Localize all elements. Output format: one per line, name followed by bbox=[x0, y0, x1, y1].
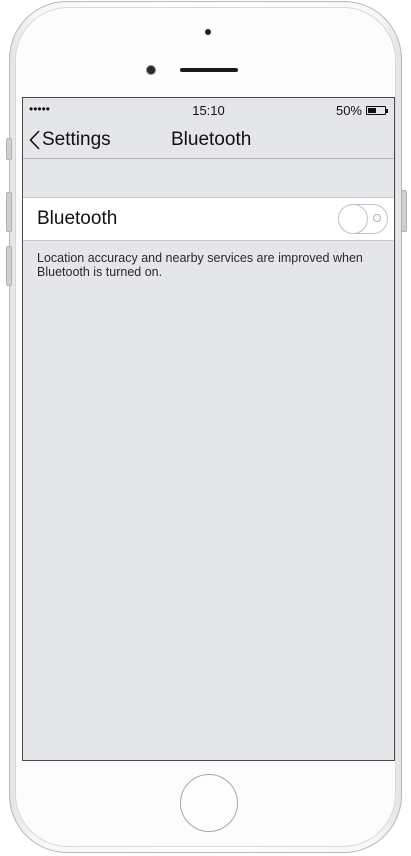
home-button[interactable] bbox=[180, 774, 238, 832]
front-camera bbox=[147, 66, 155, 74]
power-button bbox=[401, 190, 407, 232]
status-bar: ••••• 15:10 50% bbox=[23, 98, 394, 122]
battery-indicator: 50% bbox=[336, 103, 388, 118]
mute-switch bbox=[6, 138, 12, 160]
battery-percent: 50% bbox=[335, 103, 362, 118]
back-button-label: Settings bbox=[42, 129, 111, 150]
bluetooth-footer-description: Location accuracy and nearby services ar… bbox=[37, 251, 363, 279]
bluetooth-toggle[interactable] bbox=[338, 204, 388, 234]
toggle-knob bbox=[338, 204, 368, 234]
navigation-bar: Settings Bluetooth bbox=[23, 122, 394, 159]
battery-fill bbox=[368, 108, 376, 113]
battery-tip bbox=[386, 108, 388, 113]
bluetooth-cell-label: Bluetooth bbox=[37, 208, 118, 229]
chevron-left-icon bbox=[29, 130, 40, 150]
bluetooth-cell: Bluetooth bbox=[23, 197, 394, 241]
page-title: Bluetooth bbox=[171, 129, 252, 150]
back-button[interactable]: Settings bbox=[29, 129, 111, 151]
screen: ••••• 15:10 50% Settings Bluetooth Bluet… bbox=[22, 97, 395, 761]
proximity-sensor bbox=[205, 29, 211, 35]
volume-down-button bbox=[6, 246, 12, 286]
volume-up-button bbox=[6, 192, 12, 232]
earpiece-speaker bbox=[180, 68, 238, 72]
toggle-off-indicator-icon bbox=[373, 214, 381, 222]
battery-icon bbox=[366, 106, 386, 115]
